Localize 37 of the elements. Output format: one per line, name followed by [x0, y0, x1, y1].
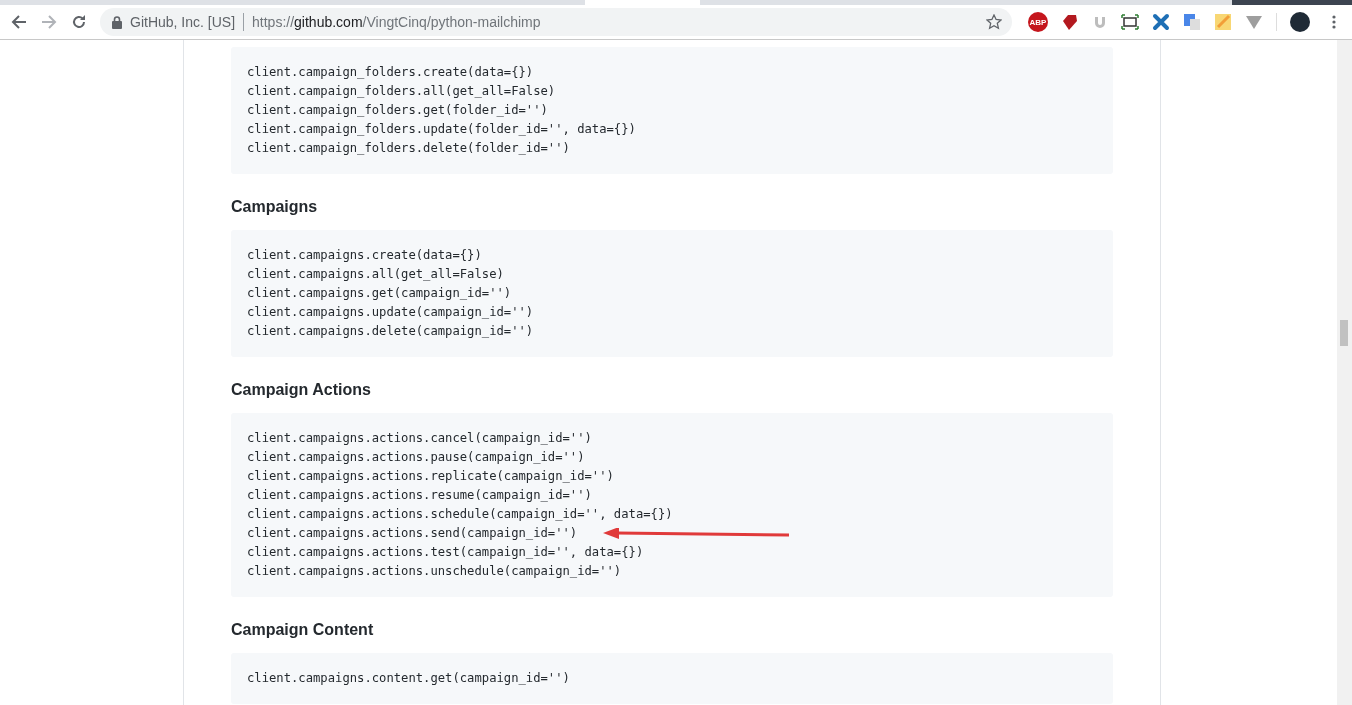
scrollbar-thumb[interactable] — [1340, 320, 1348, 346]
code-line: client.campaign_folders.delete(folder_id='') — [247, 140, 570, 157]
code-line: client.campaigns.update(campaign_id='') — [247, 304, 534, 321]
code-line: client.campaigns.actions.cancel(campaign_id='') — [247, 430, 592, 447]
code-line: client.campaign_folders.update(folder_id='', data={}) — [247, 121, 636, 138]
cross-tools-icon[interactable] — [1152, 13, 1170, 31]
site-identity: GitHub, Inc. [US] — [130, 14, 236, 30]
scrollbar[interactable] — [1337, 40, 1352, 705]
code-line: client.campaigns.create(data={}) — [247, 247, 482, 264]
code-line: client.campaign_folders.all(get_all=False) — [247, 83, 556, 100]
code-line: client.campaigns.get(campaign_id='') — [247, 285, 512, 302]
code-line: client.campaigns.all(get_all=False) — [247, 266, 504, 283]
section-heading: Campaign Content — [231, 621, 375, 639]
code-line: client.campaign_folders.get(folder_id='') — [247, 102, 548, 119]
translate-icon[interactable] — [1183, 13, 1201, 31]
code-line: client.campaigns.actions.schedule(campaign_id='', data={}) — [247, 506, 673, 523]
code-line: client.campaigns.actions.send(campaign_id='') — [247, 525, 578, 542]
code-line: client.campaigns.delete(campaign_id='') — [247, 323, 534, 340]
section-heading: Campaign Actions — [231, 381, 372, 399]
code-line: client.campaigns.content.get(campaign_id='') — [247, 670, 570, 687]
gem-icon[interactable] — [1061, 13, 1079, 31]
url-text: https://github.com/VingtCinq/python-mailchimp — [252, 14, 542, 30]
code-line: client.campaigns.actions.test(campaign_id='', data={}) — [247, 544, 644, 561]
menu-icon[interactable] — [1331, 14, 1337, 30]
star-icon[interactable] — [986, 14, 1002, 30]
code-line: client.campaigns.actions.replicate(campaign_id='') — [247, 468, 614, 485]
code-line: client.campaigns.actions.resume(campaign_id='') — [247, 487, 592, 504]
section-heading: Campaigns — [231, 198, 319, 216]
screen-capture-icon[interactable] — [1121, 14, 1139, 30]
profile-avatar[interactable] — [1290, 12, 1310, 32]
code-line: client.campaign_folders.create(data={}) — [247, 64, 534, 81]
chevron-down-icon[interactable] — [1245, 14, 1263, 30]
lock-icon — [112, 15, 122, 29]
adblock-extension-button[interactable]: ABP — [1028, 12, 1048, 32]
code-line: client.campaigns.actions.pause(campaign_id='') — [247, 449, 585, 466]
address-bar[interactable]: GitHub, Inc. [US] https://github.com/VingtCinq/python-mailchimp — [100, 8, 1012, 36]
code-line: client.campaigns.actions.unschedule(campaign_id='') — [247, 563, 622, 580]
